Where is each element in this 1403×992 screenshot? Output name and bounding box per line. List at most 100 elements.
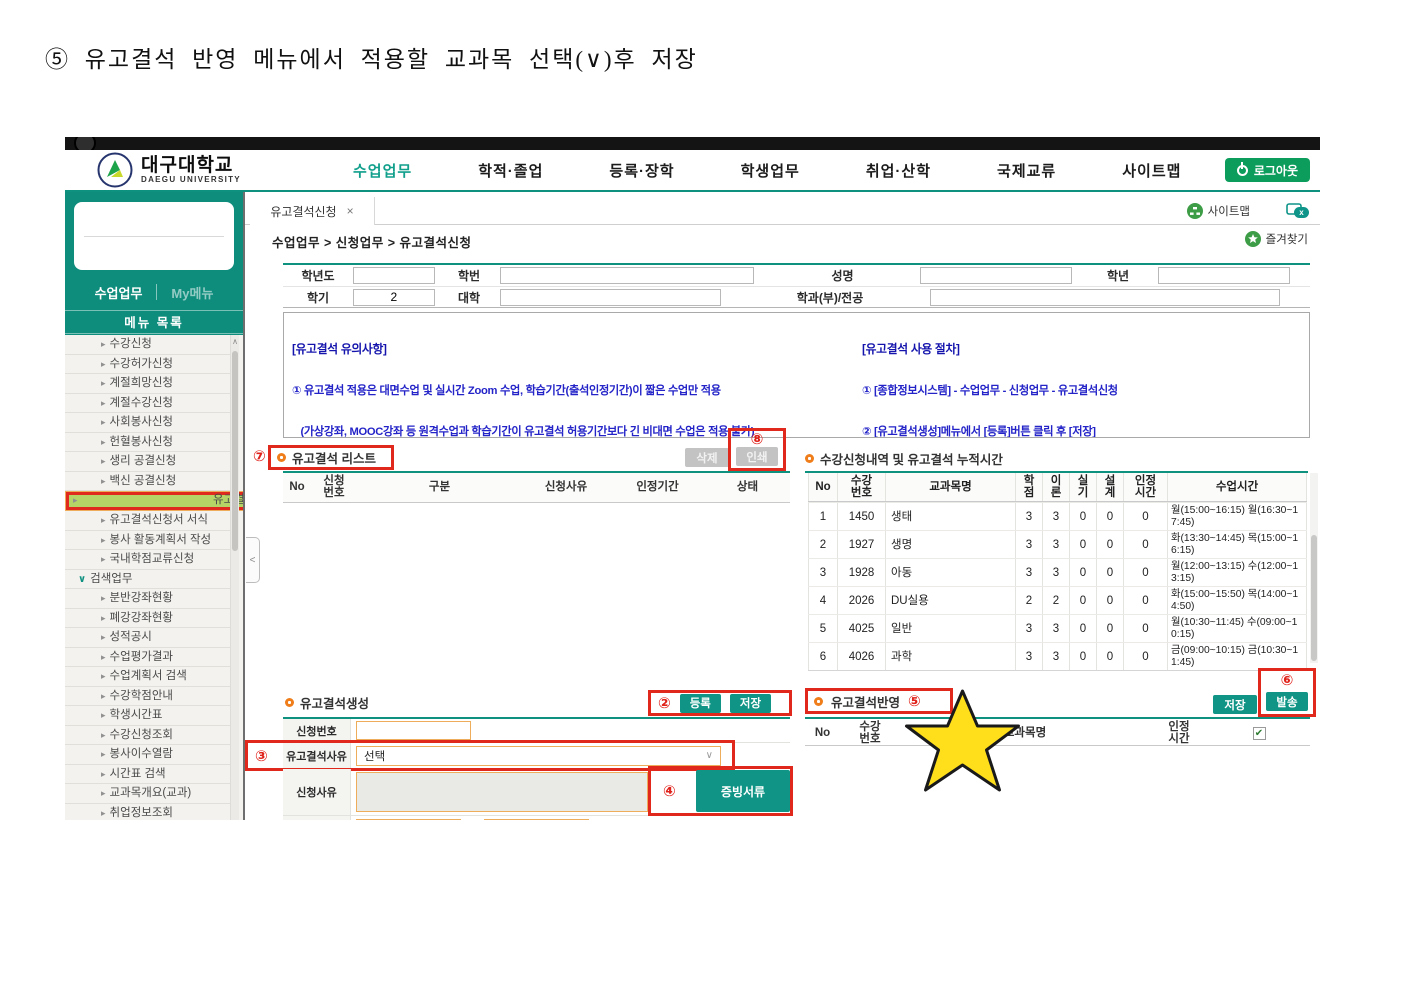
sidebar-item[interactable]: ▸ 사회봉사신청 bbox=[65, 413, 230, 433]
sidebar-item[interactable]: ▸ 분반강좌현황 bbox=[65, 589, 230, 609]
sidebar-item[interactable]: ▸ 폐강강좌현황 bbox=[65, 609, 230, 628]
apply-title: 유고결석반영 bbox=[831, 695, 901, 710]
sidebar-item-label: 국내학점교류신청 bbox=[109, 553, 195, 565]
sidebar-item[interactable]: ▸ 수강학점안내 bbox=[65, 687, 230, 706]
logo-subtitle: DAEGU UNIVERSITY bbox=[141, 175, 241, 184]
item-arrow-icon: ▸ bbox=[101, 554, 106, 564]
sidebar-item[interactable]: ▸ 학생시간표 bbox=[65, 706, 230, 726]
nav-international[interactable]: 국제교류 bbox=[997, 160, 1056, 181]
item-arrow-icon: ▸ bbox=[101, 768, 106, 779]
table-row[interactable]: 1 1450 생태 3 3 0 0 0 월(15:00~16:15) 월(16:… bbox=[808, 502, 1307, 530]
college-input[interactable] bbox=[500, 288, 721, 306]
sidebar-item[interactable]: ▸ 계절수강신청 bbox=[65, 394, 230, 413]
period-end-input[interactable] bbox=[483, 818, 589, 820]
sidebar-item[interactable]: ▸ 성적공시 bbox=[65, 628, 230, 648]
scrollbar-thumb[interactable] bbox=[1311, 535, 1317, 661]
student-no-input[interactable] bbox=[500, 267, 755, 284]
print-button[interactable]: 인쇄 bbox=[736, 447, 778, 466]
send-button[interactable]: 발송 bbox=[1266, 692, 1308, 711]
semester-input[interactable] bbox=[353, 288, 435, 306]
absence-reason-select[interactable]: 선택 ∨ bbox=[356, 745, 721, 766]
cell: 3 bbox=[1043, 503, 1070, 530]
name-input[interactable] bbox=[920, 267, 1072, 284]
tab-label: 유고결석신청 bbox=[270, 204, 337, 219]
scrollbar-thumb[interactable] bbox=[232, 351, 238, 551]
sidebar-item[interactable]: ▸ 생리 공결신청 bbox=[65, 452, 230, 472]
item-arrow-icon: ▸ bbox=[101, 749, 106, 759]
sidebar-tab-mymenu[interactable]: My메뉴 bbox=[171, 283, 213, 302]
year-input[interactable] bbox=[353, 267, 435, 284]
university-logo[interactable]: 대구대학교 DAEGU UNIVERSITY bbox=[97, 152, 287, 188]
sidebar-item[interactable]: ▸ 수강신청조회 bbox=[65, 726, 230, 745]
sidebar-item[interactable]: ▸ 봉사이수열람 bbox=[65, 745, 230, 765]
cell: 화(13:30~14:45) 목(15:00~16:15) bbox=[1168, 531, 1307, 558]
sidebar-item[interactable]: ▸ 수업계획서 검색 bbox=[65, 667, 230, 687]
sidebar-item-label: 수강신청 bbox=[109, 338, 152, 350]
sidebar-item[interactable]: ▸ 수강허가신청 bbox=[65, 355, 230, 374]
sidebar-item[interactable]: ▸ 백신 공결신청 bbox=[65, 472, 230, 491]
cell: 4026 bbox=[838, 643, 886, 670]
item-arrow-icon: ▸ bbox=[101, 417, 106, 427]
nav-career[interactable]: 취업·산학 bbox=[866, 160, 931, 181]
select-all-checkbox[interactable]: ✔ bbox=[1252, 727, 1266, 740]
cell: 0 bbox=[1097, 503, 1124, 530]
nav-sitemap[interactable]: 사이트맵 bbox=[1122, 160, 1181, 181]
evidence-button[interactable]: 증빙서류 bbox=[696, 770, 790, 812]
table-row[interactable]: 2 1927 생명 3 3 0 0 0 화(13:30~14:45) 목(15:… bbox=[808, 530, 1307, 558]
sidebar-tab-lecture[interactable]: 수업업무 bbox=[95, 283, 143, 302]
cell: 생명 bbox=[886, 531, 1016, 558]
sidebar-item-label: 봉사 활동계획서 작성 bbox=[109, 533, 212, 546]
sidebar-item[interactable]: ▸ 수강신청 bbox=[65, 335, 230, 355]
sidebar-tab-divider bbox=[156, 284, 158, 300]
item-arrow-icon: ▸ bbox=[101, 729, 106, 740]
sitemap-shortcut[interactable]: 사이트맵 bbox=[1186, 197, 1250, 225]
table-row[interactable]: 6 4026 과학 3 3 0 0 0 금(09:00~10:15) 금(10:… bbox=[808, 642, 1307, 670]
request-no-input[interactable] bbox=[356, 721, 471, 740]
window-close-all-icon[interactable]: x bbox=[1286, 203, 1310, 219]
sidebar-item[interactable]: ▸ 헌혈봉사신청 bbox=[65, 433, 230, 452]
nav-student[interactable]: 학생업무 bbox=[741, 160, 800, 181]
sidebar-item-yugo-absence[interactable]: ▸유고결석신청① bbox=[65, 491, 243, 511]
sidebar-item[interactable]: ▸ 취업정보조회 bbox=[65, 804, 230, 821]
cell: 3 bbox=[1016, 615, 1043, 642]
nav-registration[interactable]: 등록·장학 bbox=[609, 160, 674, 181]
sidebar-item-search-group[interactable]: ∨ 검색업무 bbox=[65, 570, 230, 589]
scroll-up-icon[interactable]: ∧ bbox=[231, 337, 239, 346]
grade-input[interactable] bbox=[1158, 267, 1290, 284]
save-button[interactable]: 저장 bbox=[729, 693, 772, 713]
absence-list-title: 유고결석 리스트 bbox=[292, 452, 376, 466]
sidebar-item[interactable]: ▸ 교과목개요(교과) bbox=[65, 784, 230, 804]
table-row[interactable]: 4 2026 DU실용 2 2 0 0 0 화(15:00~15:50) 목(1… bbox=[808, 586, 1307, 614]
sidebar-item[interactable]: ▸ 국내학점교류신청 bbox=[65, 550, 230, 570]
section-bullet-icon bbox=[805, 454, 814, 463]
apply-title-box: 유고결석반영 ⑤ bbox=[805, 688, 953, 714]
register-button[interactable]: 등록 bbox=[679, 693, 721, 713]
nav-records[interactable]: 학적·졸업 bbox=[478, 160, 543, 181]
nav-lecture[interactable]: 수업업무 bbox=[353, 160, 412, 181]
cell: 3 bbox=[1043, 559, 1070, 586]
period-start-input[interactable] bbox=[356, 818, 461, 820]
favorite-shortcut[interactable]: 즐겨찾기 bbox=[1244, 225, 1308, 253]
sidebar-item[interactable]: ▸ 봉사 활동계획서 작성 bbox=[65, 531, 230, 550]
annotation-6: ⑥ bbox=[1280, 672, 1294, 689]
tab-close-icon[interactable]: × bbox=[347, 204, 354, 218]
sidebar-collapse-handle[interactable]: < bbox=[246, 537, 260, 583]
sidebar-scrollbar[interactable]: ∧ bbox=[230, 335, 239, 820]
app-header: 대구대학교 DAEGU UNIVERSITY 수업업무 학적·졸업 등록·장학 … bbox=[65, 150, 1320, 190]
chevron-down-icon: ∨ bbox=[705, 750, 713, 761]
content-scrollbar[interactable] bbox=[1310, 473, 1318, 663]
delete-button[interactable]: 삭제 bbox=[685, 448, 729, 467]
table-row[interactable]: 3 1928 아동 3 3 0 0 0 월(12:00~13:15) 수(12:… bbox=[808, 558, 1307, 586]
sidebar-item[interactable]: ▸ 수업평가결과 bbox=[65, 648, 230, 667]
logout-button[interactable]: 로그아웃 bbox=[1224, 158, 1310, 182]
sidebar-item[interactable]: ▸ 계절희망신청 bbox=[65, 374, 230, 394]
apply-save-button[interactable]: 저장 bbox=[1213, 695, 1257, 714]
cell: 월(12:00~13:15) 수(12:00~13:15) bbox=[1168, 559, 1307, 586]
cell: 5 bbox=[808, 615, 838, 642]
sidebar-item[interactable]: ▸ 시간표 검색 bbox=[65, 765, 230, 784]
table-row[interactable]: 5 4025 일반 3 3 0 0 0 월(10:30~11:45) 수(09:… bbox=[808, 614, 1307, 642]
dept-input[interactable] bbox=[930, 288, 1281, 306]
sidebar-item[interactable]: ▸ 유고결석신청서 서식 bbox=[65, 511, 230, 531]
detail-reason-textarea[interactable] bbox=[356, 772, 648, 812]
tab-yugo-absence[interactable]: 유고결석신청 × bbox=[250, 197, 375, 225]
